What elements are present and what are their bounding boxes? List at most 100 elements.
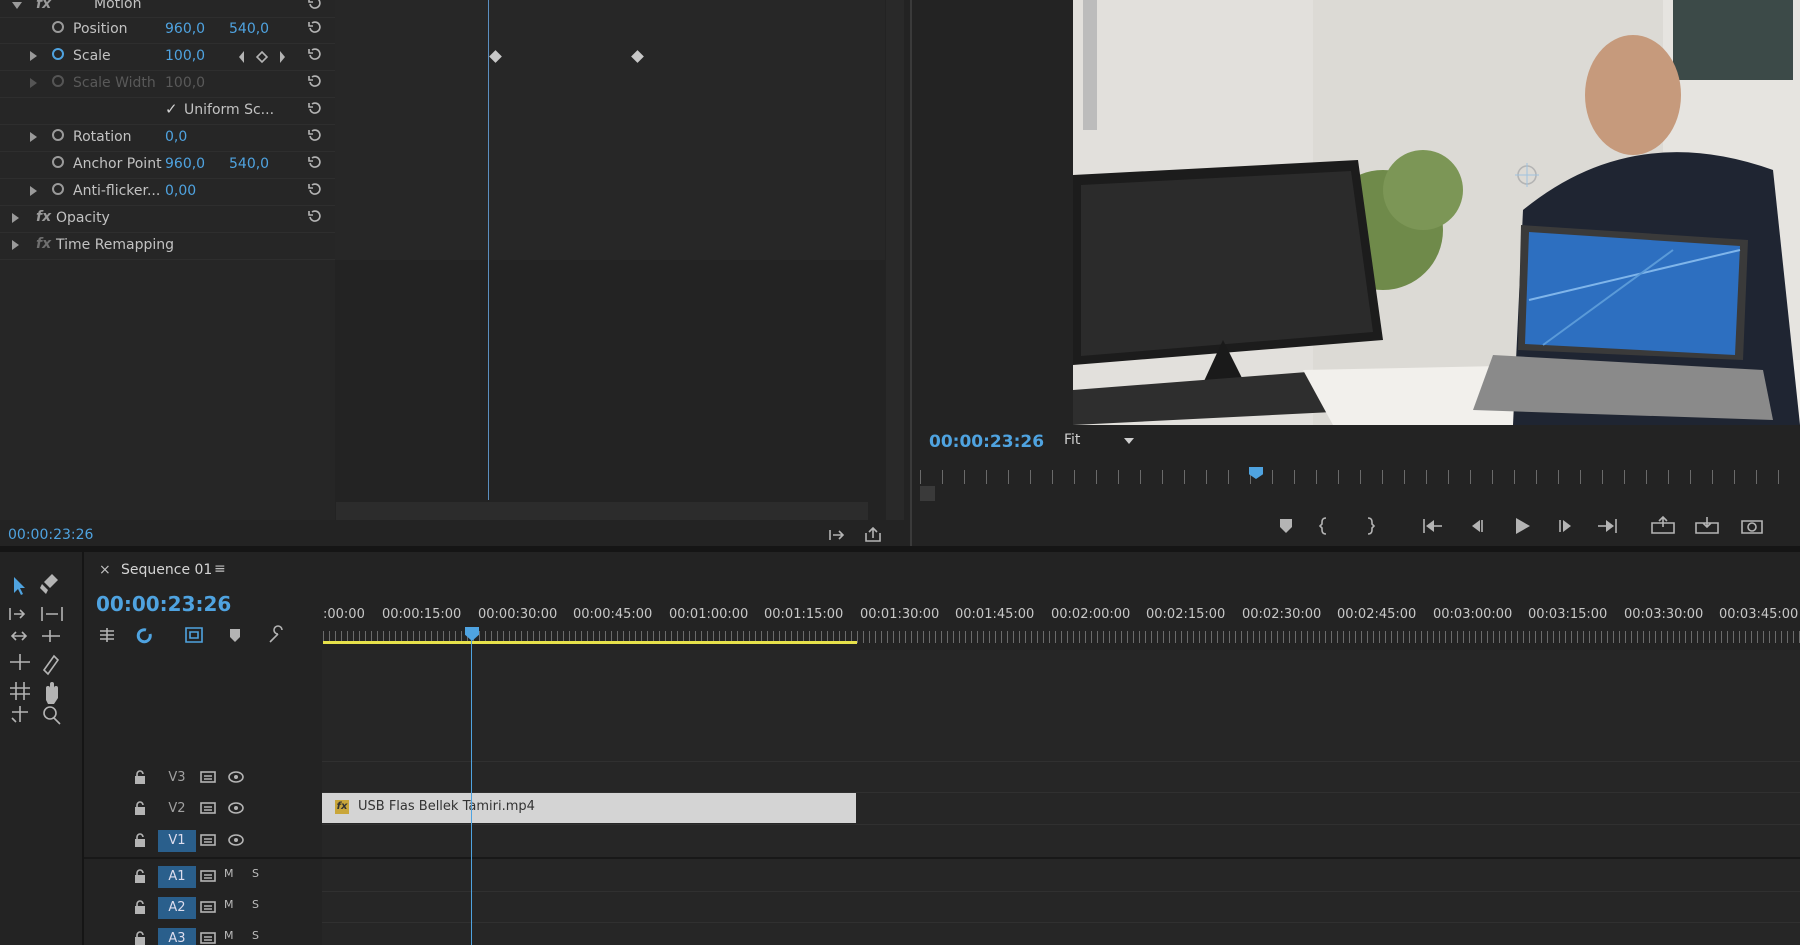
rotation-value[interactable]: 0,0 <box>165 129 187 145</box>
sync-lock-icon[interactable] <box>200 869 216 883</box>
property-position[interactable]: Position 960,0 540,0 <box>0 16 335 44</box>
selection-tool-icon[interactable] <box>14 577 25 595</box>
sequence-tab[interactable]: Sequence 01 <box>121 562 212 578</box>
program-video-frame[interactable] <box>1073 0 1800 425</box>
collapse-icon[interactable] <box>12 2 22 9</box>
close-tab-icon[interactable]: × <box>99 562 111 578</box>
video-clip[interactable]: fx USB Flas Bellek Tamiri.mp4 <box>322 793 856 823</box>
lock-icon[interactable] <box>134 931 146 945</box>
track-label[interactable]: V1 <box>158 830 196 852</box>
solo-button[interactable]: S <box>252 867 259 880</box>
lock-icon[interactable] <box>134 869 146 883</box>
timeline-toolbar[interactable] <box>96 624 296 646</box>
sequence-timecode[interactable]: 00:00:23:26 <box>96 592 231 616</box>
track-header-v3[interactable]: V3 <box>84 762 320 792</box>
reset-icon[interactable] <box>307 0 323 10</box>
track-header-a3[interactable]: A3 M S <box>84 923 320 945</box>
ripple-edit-icon[interactable] <box>41 607 63 621</box>
slide-tool-icon[interactable] <box>10 682 30 700</box>
track-header-v1[interactable]: V1 <box>84 825 320 855</box>
lock-icon[interactable] <box>134 833 146 847</box>
monitor-time-ruler[interactable] <box>920 470 1800 484</box>
position-x-value[interactable]: 960,0 <box>165 21 205 37</box>
stopwatch-icon[interactable] <box>52 129 64 141</box>
work-area-bar[interactable] <box>323 641 857 644</box>
track-forward-icon[interactable] <box>11 706 28 723</box>
zoom-scroll-handle[interactable] <box>920 486 935 501</box>
track-label[interactable]: A3 <box>158 928 196 945</box>
reset-icon[interactable] <box>307 155 323 169</box>
lock-icon[interactable] <box>134 801 146 815</box>
export-icon[interactable] <box>864 527 884 543</box>
mute-button[interactable]: M <box>224 929 234 942</box>
effect-keyframe-timeline[interactable] <box>335 0 885 500</box>
lock-icon[interactable] <box>134 770 146 784</box>
checkbox-checked-icon[interactable]: ✓ <box>165 100 178 118</box>
rolling-edit-icon[interactable] <box>10 631 28 641</box>
expand-icon[interactable] <box>12 240 19 250</box>
play-audio-icon[interactable] <box>828 527 848 543</box>
reset-icon[interactable] <box>307 47 323 61</box>
zoom-select[interactable]: Fit <box>1064 432 1144 452</box>
hand-tool-icon[interactable] <box>46 682 58 704</box>
reset-icon[interactable] <box>307 74 323 88</box>
property-scale[interactable]: Scale 100,0 <box>0 43 335 71</box>
keyframe-navigator[interactable] <box>238 50 286 64</box>
fx-playhead[interactable] <box>488 0 489 500</box>
effect-time-remapping[interactable]: fx Time Remapping <box>0 232 335 260</box>
property-anchor-point[interactable]: Anchor Point 960,0 540,0 <box>0 151 335 179</box>
sync-lock-icon[interactable] <box>200 900 216 914</box>
mute-button[interactable]: M <box>224 867 234 880</box>
track-label[interactable]: V3 <box>158 767 196 789</box>
sync-lock-icon[interactable] <box>200 931 216 945</box>
track-toggles[interactable] <box>200 833 246 847</box>
expand-icon[interactable] <box>12 213 19 223</box>
timeline-ruler[interactable]: :00:00 00:00:15:00 00:00:30:00 00:00:45:… <box>323 607 1800 627</box>
track-label[interactable]: A1 <box>158 866 196 888</box>
track-header-a2[interactable]: A2 M S <box>84 892 320 922</box>
program-timecode[interactable]: 00:00:23:26 <box>929 432 1044 452</box>
linked-selection-icon[interactable] <box>185 627 203 643</box>
stopwatch-icon[interactable] <box>52 156 64 168</box>
lock-icon[interactable] <box>134 900 146 914</box>
rate-stretch-icon[interactable] <box>42 630 60 642</box>
property-rotation[interactable]: Rotation 0,0 <box>0 124 335 152</box>
track-label[interactable]: V2 <box>158 798 196 820</box>
razor-tool-icon[interactable] <box>40 574 58 594</box>
anchor-x-value[interactable]: 960,0 <box>165 156 205 172</box>
reset-icon[interactable] <box>307 20 323 34</box>
tab-menu-icon[interactable]: ≡ <box>214 561 226 577</box>
track-select-icon[interactable] <box>9 608 26 620</box>
reset-icon[interactable] <box>307 128 323 142</box>
reset-icon[interactable] <box>307 182 323 196</box>
reset-icon[interactable] <box>307 209 323 223</box>
fx-vertical-scrollbar[interactable] <box>886 0 904 520</box>
reset-icon[interactable] <box>307 101 323 115</box>
expand-icon[interactable] <box>30 132 37 142</box>
track-toggles[interactable] <box>200 801 246 815</box>
track-toggles[interactable] <box>200 770 246 784</box>
expand-icon[interactable] <box>30 51 37 61</box>
nest-icon[interactable] <box>100 628 114 642</box>
timeline-playhead-line[interactable] <box>471 640 472 945</box>
mute-button[interactable]: M <box>224 898 234 911</box>
position-y-value[interactable]: 540,0 <box>229 21 269 37</box>
snap-icon[interactable] <box>136 628 152 644</box>
anchor-y-value[interactable]: 540,0 <box>229 156 269 172</box>
fx-horizontal-scrollbar[interactable] <box>336 502 868 520</box>
effect-opacity[interactable]: fx Opacity <box>0 205 335 233</box>
stopwatch-icon[interactable] <box>52 21 64 33</box>
property-anti-flicker[interactable]: Anti-flicker... 0,00 <box>0 178 335 206</box>
add-marker-icon[interactable] <box>230 629 240 642</box>
fx-timecode[interactable]: 00:00:23:26 <box>8 527 93 543</box>
slip-tool-icon[interactable] <box>10 654 30 670</box>
track-header-a1[interactable]: A1 M S <box>84 861 320 891</box>
pen-tool-icon[interactable] <box>42 654 60 676</box>
expand-icon[interactable] <box>30 186 37 196</box>
solo-button[interactable]: S <box>252 898 259 911</box>
anti-flicker-value[interactable]: 0,00 <box>165 183 196 199</box>
track-label[interactable]: A2 <box>158 897 196 919</box>
scale-value[interactable]: 100,0 <box>165 48 205 64</box>
track-header-v2[interactable]: V2 <box>84 793 320 823</box>
property-uniform-scale[interactable]: ✓ Uniform Sc... <box>0 97 335 125</box>
